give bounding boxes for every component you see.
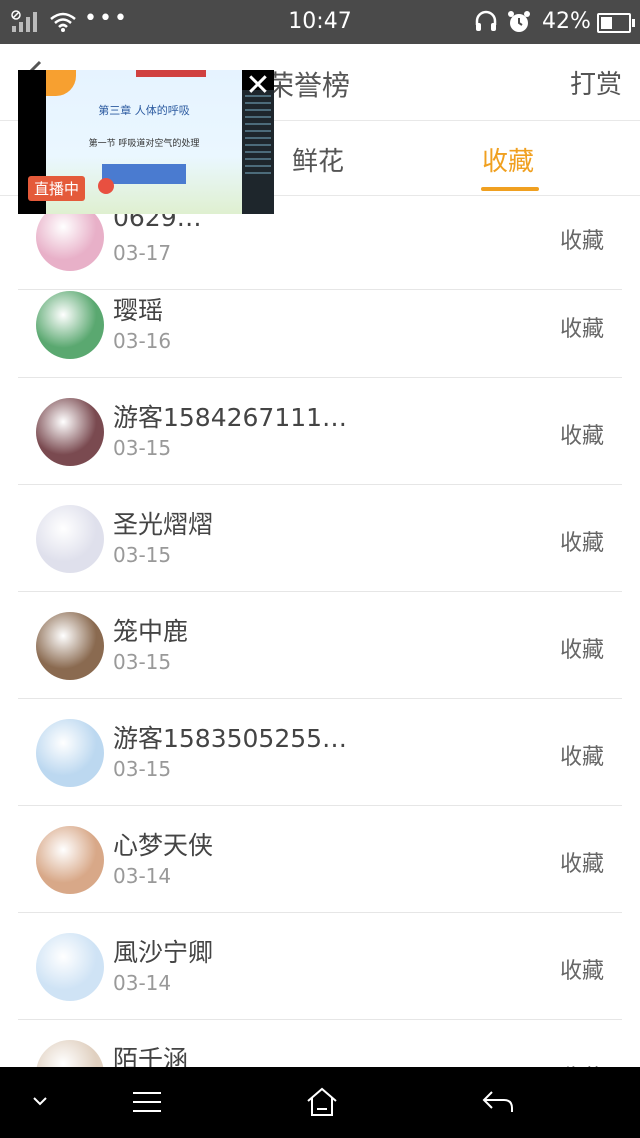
status-bar: ••• 10:47 42%: [0, 0, 640, 44]
action-label: 收藏: [559, 638, 604, 663]
action-label: 收藏: [559, 959, 604, 984]
chevron-down-icon[interactable]: [32, 1095, 48, 1107]
user-name: 風沙宁卿: [113, 938, 214, 967]
tab-favorites[interactable]: 收藏: [482, 141, 534, 178]
user-name: 圣光熠熠: [113, 510, 214, 539]
user-name: 心梦天侠: [113, 831, 214, 860]
menu-icon[interactable]: [132, 1091, 162, 1113]
action-label: 收藏: [559, 531, 604, 556]
user-name: 游客1584267111…: [113, 403, 348, 432]
list-item[interactable]: 笼中鹿 03-15 收藏: [0, 592, 640, 699]
list-item[interactable]: 心梦天侠 03-14 收藏: [0, 806, 640, 913]
date: 03-14: [113, 971, 172, 995]
user-name: 陌千涵: [113, 1045, 189, 1067]
slide-subheading: 第一节 呼吸道对空气的处理: [88, 139, 200, 149]
action-label: 收藏: [559, 229, 604, 254]
avatar: [36, 933, 104, 1001]
tab-flowers[interactable]: 鲜花: [292, 141, 344, 178]
fan-list: 0629… 03-17 收藏 璎瑶 03-16 收藏 游客1584267111……: [0, 195, 640, 1067]
list-item[interactable]: 璎瑶 03-16 收藏: [0, 271, 640, 378]
list-item[interactable]: 風沙宁卿 03-14 收藏: [0, 913, 640, 1020]
live-badge: 直播中: [28, 176, 86, 201]
user-name: 游客1583505255…: [113, 724, 348, 753]
avatar: [36, 719, 104, 787]
slide-box: [102, 164, 186, 184]
avatar: [36, 612, 104, 680]
alarm-icon: [508, 11, 530, 32]
action-label: 收藏: [559, 852, 604, 877]
list-item[interactable]: 陌千涵 收藏: [0, 1020, 640, 1067]
date: 03-16: [113, 329, 172, 353]
slide-top-strip: [136, 70, 206, 77]
system-nav-bar: [0, 1067, 640, 1138]
date: 03-15: [113, 436, 172, 460]
action-label: 收藏: [560, 1060, 604, 1067]
sun-decoration: [46, 70, 76, 96]
avatar: [36, 505, 104, 573]
date: 03-15: [113, 650, 172, 674]
user-name: 璎瑶: [113, 296, 164, 325]
chat-panel: [242, 90, 274, 214]
action-label: 收藏: [559, 745, 604, 770]
action-label: 收藏: [559, 317, 604, 342]
reward-button[interactable]: 打赏: [570, 64, 622, 101]
close-icon[interactable]: ✕: [242, 70, 274, 102]
list-item[interactable]: 圣光熠熠 03-15 收藏: [0, 485, 640, 592]
record-dot: [98, 178, 114, 194]
date: 03-15: [113, 543, 172, 567]
avatar: [36, 1040, 104, 1067]
battery-percent: 42%: [542, 9, 591, 34]
battery-icon: [597, 13, 635, 33]
date: 03-17: [113, 241, 172, 265]
action-label: 收藏: [559, 424, 604, 449]
live-stream-window[interactable]: 第三章 人体的呼吸 第一节 呼吸道对空气的处理 ✕ 直播中: [18, 70, 274, 214]
date: 03-15: [113, 757, 172, 781]
headset-icon: [475, 10, 497, 31]
avatar: [36, 291, 104, 359]
user-name: 笼中鹿: [113, 617, 189, 646]
date: 03-14: [113, 864, 172, 888]
home-icon[interactable]: [306, 1087, 338, 1117]
avatar: [36, 826, 104, 894]
back-icon[interactable]: [482, 1089, 514, 1115]
active-tab-indicator: [481, 187, 539, 191]
list-item[interactable]: 游客1583505255… 03-15 收藏: [0, 699, 640, 806]
slide-heading: 第三章 人体的呼吸: [98, 104, 190, 117]
avatar: [36, 398, 104, 466]
list-item[interactable]: 游客1584267111… 03-15 收藏: [0, 378, 640, 485]
